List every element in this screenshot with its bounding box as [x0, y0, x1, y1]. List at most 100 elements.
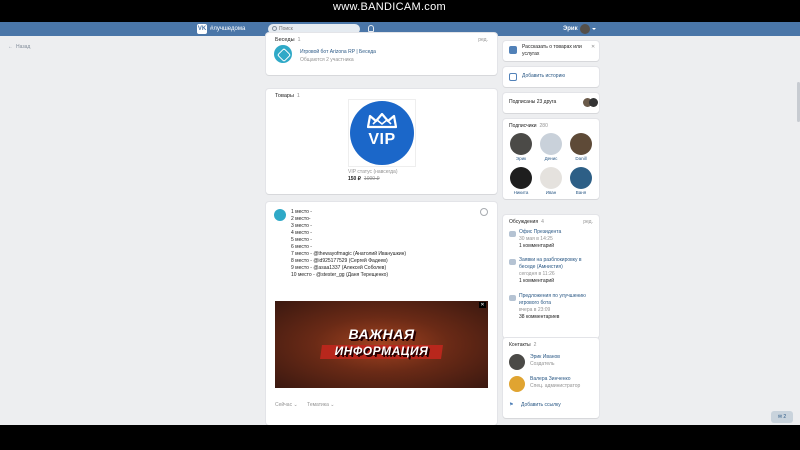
camera-icon [509, 73, 517, 81]
close-icon[interactable]: ✕ [591, 44, 595, 51]
post-banner-image[interactable]: ✕ ВАЖНАЯ ИНФОРМАЦИЯ [275, 301, 488, 388]
avatar [570, 167, 592, 189]
post-line: 3 место - [291, 223, 312, 229]
add-link-button[interactable]: Добавить ссылку [521, 402, 561, 409]
add-story-link[interactable]: Добавить историю [522, 73, 565, 80]
followers-title: Подписчики [509, 123, 537, 129]
vip-logo: VIP [350, 101, 414, 165]
conversations-edit-link[interactable]: ред. [478, 37, 488, 43]
contact-name[interactable]: Валера Зинченко [530, 376, 571, 383]
avatar [589, 98, 598, 107]
avatar [570, 133, 592, 155]
conversations-title: Беседы [275, 37, 295, 43]
follower-item[interactable]: Никита [509, 167, 533, 195]
bell-icon[interactable] [368, 25, 374, 32]
banner-line-2: ИНФОРМАЦИЯ [334, 344, 429, 358]
avatar [510, 133, 532, 155]
follower-name: Иван [545, 190, 557, 195]
close-icon[interactable]: ✕ [479, 302, 486, 308]
vk-page: VK #лучшедома Эрик ←Назад Беседы1 ред. И… [0, 22, 800, 425]
conversation-title[interactable]: Игровой бот Arizona RP | Беседа [300, 49, 376, 56]
discussion-title[interactable]: Офис Президента [519, 229, 597, 236]
search-icon [272, 26, 277, 31]
chat-bubble-icon [509, 295, 516, 301]
follower-name: Денис [544, 156, 558, 161]
topic-dropdown[interactable]: Тематика ⌄ [307, 402, 334, 408]
watermark-prefix: www. [333, 1, 361, 13]
chevron-down-icon[interactable] [592, 28, 596, 30]
post-line: 8 место - @id925177529 (Сергей Фадеев) [291, 258, 388, 264]
discussions-count: 4 [541, 219, 544, 225]
product-price-row: 150 ₽1000 ₽ [348, 176, 380, 183]
back-link[interactable]: ← Назад [8, 44, 30, 50]
follower-item[interactable]: Ваня [569, 167, 593, 195]
watermark-brand: BANDICAM [360, 1, 421, 13]
discussion-title[interactable]: Заявки на разблокировку в беседе (Амнист… [519, 257, 597, 271]
discussion-date: вчера в 23:09 [519, 307, 551, 313]
post-card: 1 место - 2 место- 3 место - 4 место - 5… [266, 202, 497, 425]
contacts-card: Контакты 2 Эрик Иванов Создатель Валера З… [503, 338, 599, 418]
chat-bubble-icon [509, 259, 516, 265]
avatar[interactable] [509, 354, 525, 370]
products-title: Товары [275, 93, 294, 99]
vk-logo[interactable]: VK [197, 24, 207, 34]
contacts-count: 2 [533, 342, 537, 348]
avatar[interactable] [509, 376, 525, 392]
vip-text: VIP [368, 131, 396, 148]
banner-line-1: ВАЖНАЯ [348, 326, 415, 342]
follower-item[interactable]: Иван [539, 167, 563, 195]
product-image[interactable]: VIP [348, 99, 416, 167]
notify-card: Рассказать о товарах или услугах ✕ [503, 41, 599, 61]
conversation-subtitle: Общаются 2 участника [300, 57, 354, 63]
avatar [510, 167, 532, 189]
avatar [540, 167, 562, 189]
contacts-title: Контакты [509, 342, 531, 348]
avatar [540, 133, 562, 155]
products-card: Товары 1 VIP VIP статус (навсегда) 150 ₽1… [266, 89, 497, 194]
contacts-header[interactable]: Контакты 2 [509, 342, 536, 348]
discussion-title[interactable]: Предложения по улучшению игрового бота [519, 293, 597, 307]
discussion-date: сегодня в 11:26 [519, 271, 555, 277]
avatar[interactable] [580, 24, 590, 34]
post-line: 10 место - @stester_gg (Даня Терещенко) [291, 272, 389, 278]
discussions-header[interactable]: Обсуждения 4 [509, 219, 544, 225]
followers-header[interactable]: Подписчики 280 [509, 123, 548, 129]
arrow-left-icon: ← [8, 44, 13, 50]
follower-item[interactable]: Эрик [509, 133, 533, 161]
conversations-header[interactable]: Беседы 1 [275, 37, 301, 43]
discussion-date: 30 мая в 14:25 [519, 236, 553, 242]
product-old-price: 1000 ₽ [363, 176, 380, 182]
post-line: 4 место - [291, 230, 312, 236]
post-text: 1 место - 2 место- 3 место - 4 место - 5… [291, 209, 406, 279]
sort-now-dropdown[interactable]: Сейчас ⌄ [275, 402, 298, 408]
watermark-suffix: .com [420, 1, 446, 13]
post-author-avatar[interactable] [274, 209, 286, 221]
contact-role: Спец. администратор [530, 383, 581, 389]
subscribed-card: Подписаны 23 друга [503, 93, 599, 113]
products-header[interactable]: Товары 1 [275, 93, 300, 99]
follower-name: Никита [513, 190, 529, 195]
products-count: 1 [296, 93, 300, 99]
product-name[interactable]: VIP статус (навсегда) [348, 169, 398, 176]
discussions-title: Обсуждения [509, 219, 539, 225]
conversation-icon[interactable] [274, 45, 292, 63]
post-line: 9 место - @asaa1337 (Алексей Соболев) [291, 265, 387, 271]
post-line: 2 место- [291, 216, 311, 222]
messages-button[interactable]: ✉ 2 [771, 411, 793, 423]
post-line: 7 место - @thewayofmagic (Анатолий Ивану… [291, 251, 407, 257]
discussions-edit-link[interactable]: ред. [583, 219, 593, 225]
bandicam-watermark: www.BANDICAM.com [333, 0, 446, 14]
follower-item[interactable]: Danill [569, 133, 593, 161]
notify-text[interactable]: Рассказать о товарах или услугах [522, 44, 590, 58]
contact-name[interactable]: Эрик Иванов [530, 354, 560, 361]
smile-icon[interactable] [480, 208, 488, 216]
back-link-label: Назад [16, 44, 31, 50]
post-line: 6 место - [291, 244, 312, 250]
subscribed-friends[interactable]: Подписаны 23 друга [509, 99, 556, 106]
hashtag-label[interactable]: #лучшедома [210, 24, 245, 34]
followers-card: Подписчики 280 Эрик Денис Danill Никита И… [503, 119, 599, 199]
discussion-comments: 1 комментарий [519, 243, 554, 249]
conversations-card: Беседы 1 ред. Игровой бот Arizona RP | Бе… [266, 33, 497, 75]
follower-item[interactable]: Денис [539, 133, 563, 161]
top-user-name[interactable]: Эрик [563, 24, 578, 34]
